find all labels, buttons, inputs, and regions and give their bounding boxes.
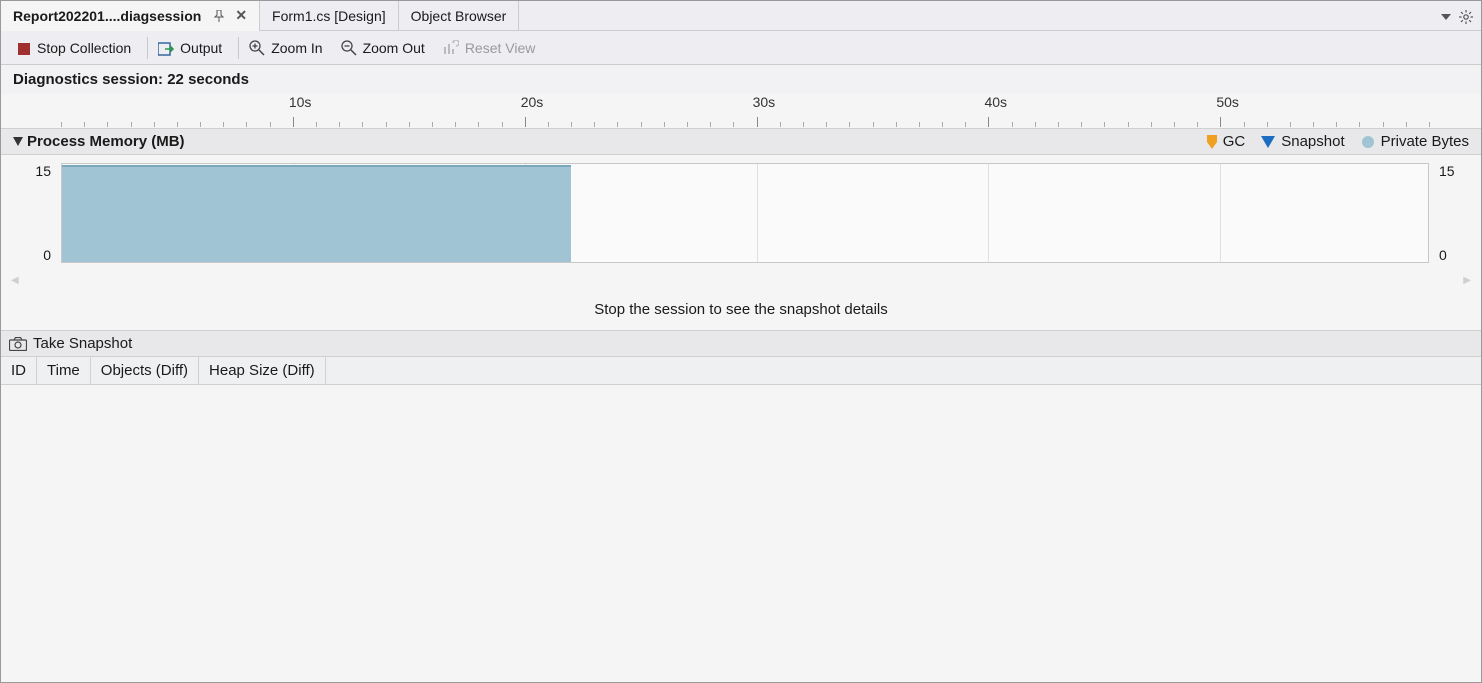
legend-snapshot: Snapshot	[1261, 133, 1344, 150]
snapshot-table-header: ID Time Objects (Diff) Heap Size (Diff)	[1, 357, 1481, 385]
take-snapshot-label: Take Snapshot	[33, 335, 132, 352]
snapshot-placeholder-message: Stop the session to see the snapshot det…	[1, 291, 1481, 331]
close-icon[interactable]: ✕	[235, 7, 247, 24]
scroll-right-icon[interactable]: ▶	[1463, 275, 1471, 286]
take-snapshot-button[interactable]: Take Snapshot	[1, 331, 1481, 357]
col-heap-size-diff[interactable]: Heap Size (Diff)	[199, 357, 326, 384]
pin-icon[interactable]	[213, 9, 225, 23]
dropdown-icon[interactable]	[1441, 7, 1451, 23]
reset-view-icon	[443, 39, 459, 56]
session-label: Diagnostics session: 22 seconds	[1, 65, 1481, 94]
tab-diagsession[interactable]: Report202201....diagsession ✕	[1, 1, 260, 31]
memory-chart[interactable]: 15 0 15 0	[1, 155, 1481, 275]
ruler-label: 20s	[521, 94, 544, 110]
y-axis-min: 0	[1, 247, 51, 263]
ruler-label: 10s	[289, 94, 312, 110]
stop-collection-button[interactable]: Stop Collection	[11, 31, 143, 65]
private-bytes-marker-icon	[1361, 133, 1375, 150]
timeline-ruler[interactable]: 10s 20s 30s 40s 50s	[1, 94, 1481, 128]
tab-label: Object Browser	[411, 8, 507, 24]
tab-label: Report202201....diagsession	[13, 8, 201, 24]
zoom-out-button[interactable]: Zoom Out	[335, 31, 437, 65]
col-objects-diff[interactable]: Objects (Diff)	[91, 357, 199, 384]
y-axis-min-right: 0	[1439, 247, 1481, 263]
tab-label: Form1.cs [Design]	[272, 8, 386, 24]
legend-gc: GC	[1207, 133, 1246, 150]
y-axis-max: 15	[1, 163, 51, 179]
ruler-label: 50s	[1216, 94, 1239, 110]
zoom-out-label: Zoom Out	[363, 40, 425, 56]
output-icon	[158, 39, 174, 55]
ruler-label: 30s	[753, 94, 776, 110]
zoom-in-button[interactable]: Zoom In	[243, 31, 334, 65]
graph-title: Process Memory (MB)	[27, 133, 185, 150]
toolbar: Stop Collection Output Zoom In Zoom Out …	[1, 31, 1481, 65]
zoom-in-label: Zoom In	[271, 40, 322, 56]
scroll-left-icon[interactable]: ◀	[11, 275, 19, 286]
graph-header: Process Memory (MB) GC Snapshot Private …	[1, 128, 1481, 155]
snapshot-table-body	[1, 385, 1481, 635]
tab-object-browser[interactable]: Object Browser	[399, 1, 520, 31]
tab-bar: Report202201....diagsession ✕ Form1.cs […	[1, 1, 1481, 31]
reset-view-label: Reset View	[465, 40, 536, 56]
gc-marker-icon	[1207, 133, 1217, 150]
ruler-label: 40s	[984, 94, 1007, 110]
collapse-icon[interactable]	[13, 133, 23, 150]
stop-icon	[17, 39, 31, 55]
gear-icon[interactable]	[1459, 7, 1473, 23]
snapshot-marker-icon	[1261, 133, 1275, 150]
stop-label: Stop Collection	[37, 40, 131, 56]
y-axis-max-right: 15	[1439, 163, 1481, 179]
camera-icon	[9, 335, 27, 352]
reset-view-button[interactable]: Reset View	[437, 31, 548, 65]
chart-series-private-bytes	[62, 165, 571, 262]
col-time[interactable]: Time	[37, 357, 91, 384]
output-button[interactable]: Output	[152, 31, 234, 65]
tab-form-design[interactable]: Form1.cs [Design]	[260, 1, 399, 31]
output-label: Output	[180, 40, 222, 56]
zoom-in-icon	[249, 39, 265, 56]
col-id[interactable]: ID	[1, 357, 37, 384]
zoom-out-icon	[341, 39, 357, 56]
legend-private-bytes: Private Bytes	[1361, 133, 1469, 150]
